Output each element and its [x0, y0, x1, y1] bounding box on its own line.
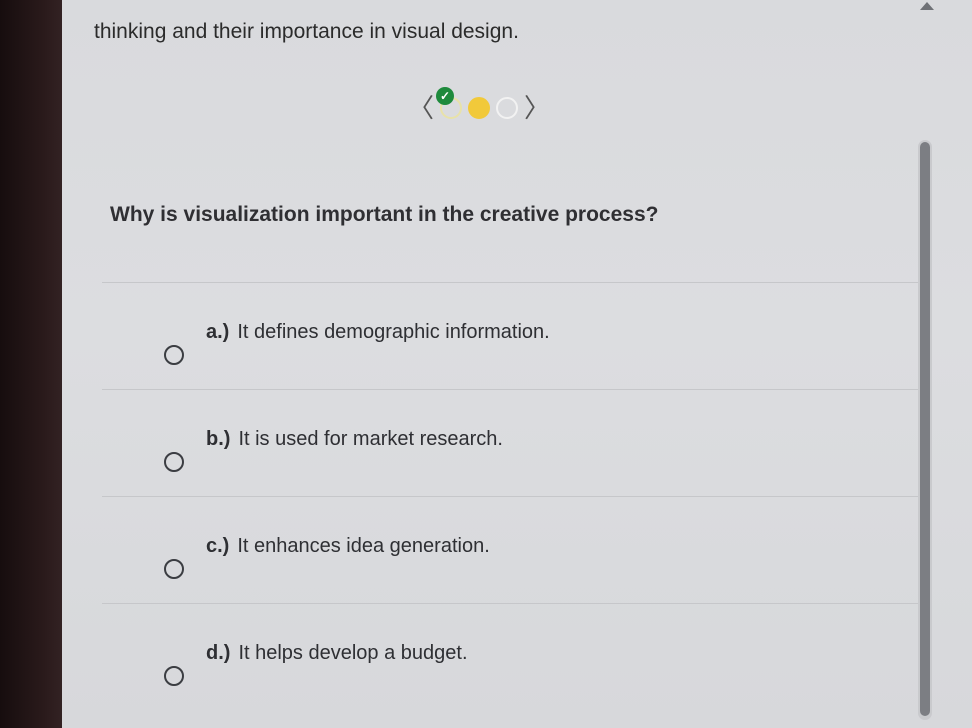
option-a-letter: a.): [206, 321, 230, 343]
option-b-label: It is used for market research.: [238, 428, 503, 450]
option-b-letter: b.): [206, 428, 231, 450]
option-c[interactable]: c.) It enhances idea generation.: [102, 496, 922, 603]
check-icon: ✓: [436, 87, 455, 105]
radio-button-d[interactable]: [164, 666, 184, 686]
intro-text: thinking and their importance in visual …: [94, 20, 519, 43]
question-text: Why is visualization important in the cr…: [110, 203, 659, 226]
option-b-text: b.) It is used for market research.: [206, 428, 503, 451]
option-c-label: It enhances idea generation.: [237, 535, 490, 557]
scrollbar-thumb[interactable]: [920, 142, 930, 716]
radio-button-a[interactable]: [164, 345, 184, 365]
option-c-text: c.) It enhances idea generation.: [206, 535, 490, 558]
progress-dot-upcoming[interactable]: [496, 97, 519, 119]
progress-dot-completed[interactable]: ✓: [436, 87, 463, 119]
progress-dot-current[interactable]: [468, 97, 491, 119]
option-d[interactable]: d.) It helps develop a budget.: [102, 603, 922, 710]
option-d-label: It helps develop a budget.: [238, 642, 468, 664]
option-c-letter: c.): [206, 535, 230, 557]
question-pager: 〈 ✓ 〉: [408, 87, 550, 128]
radio-button-c[interactable]: [164, 559, 184, 579]
option-d-letter: d.): [206, 642, 231, 664]
quiz-screen: thinking and their importance in visual …: [62, 0, 972, 728]
option-a-text: a.) It defines demographic information.: [206, 321, 550, 344]
answer-options: a.) It defines demographic information. b…: [102, 282, 922, 710]
chevron-right-icon[interactable]: 〉: [524, 95, 550, 121]
option-a[interactable]: a.) It defines demographic information.: [102, 282, 922, 389]
scroll-up-arrow-icon[interactable]: [920, 2, 934, 10]
chevron-left-icon[interactable]: 〈: [408, 95, 434, 121]
radio-button-b[interactable]: [164, 452, 184, 472]
option-b[interactable]: b.) It is used for market research.: [102, 389, 922, 496]
option-a-label: It defines demographic information.: [237, 321, 550, 343]
option-d-text: d.) It helps develop a budget.: [206, 642, 468, 665]
